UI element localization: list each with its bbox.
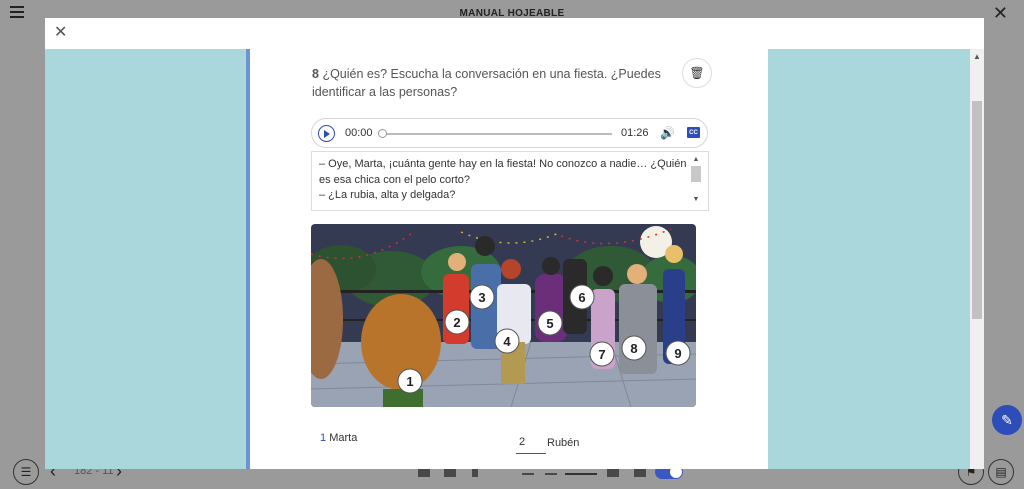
scroll-down-icon[interactable]: ▼ bbox=[690, 196, 702, 204]
answer-item-marta: 1 Marta bbox=[320, 432, 357, 444]
party-illustration: 1 2 3 4 5 6 7 8 9 bbox=[311, 224, 696, 407]
modal-close-icon[interactable]: ✕ bbox=[54, 25, 67, 41]
person-badge-9: 9 bbox=[665, 340, 691, 366]
person-number: 8 bbox=[630, 341, 637, 356]
close-app-icon[interactable]: ✕ bbox=[993, 4, 1008, 22]
exercise-number: 8 bbox=[312, 67, 319, 81]
person-number: 4 bbox=[503, 334, 511, 349]
person-number: 1 bbox=[406, 374, 413, 389]
transcript-scrollbar[interactable]: ▲ ▼ bbox=[690, 156, 702, 208]
modal-scroll-thumb[interactable] bbox=[972, 101, 982, 319]
audio-player: 00:00 01:26 🔊 CC bbox=[311, 118, 708, 148]
scroll-up-icon[interactable]: ▲ bbox=[690, 156, 702, 164]
modal-scrollbar[interactable]: ▲ bbox=[970, 49, 984, 469]
zoom-slider[interactable] bbox=[565, 473, 597, 475]
trash-icon[interactable]: 🗑 bbox=[682, 58, 712, 88]
person-number: 2 bbox=[453, 315, 460, 330]
transcript-line: – Oye, Marta, ¡cuánta gente hay en la fi… bbox=[319, 158, 687, 186]
person-badge-5: 5 bbox=[537, 310, 563, 336]
person-badge-3: 3 bbox=[469, 284, 495, 310]
audio-progress-knob[interactable] bbox=[378, 129, 387, 138]
exercise-question: 8 ¿Quién es? Escucha la conversación en … bbox=[312, 65, 692, 101]
contents-list-button[interactable]: ☰ bbox=[13, 459, 39, 485]
exercise-page: 8 ¿Quién es? Escucha la conversación en … bbox=[246, 49, 768, 469]
person-badge-6: 6 bbox=[569, 284, 595, 310]
scroll-up-icon[interactable]: ▲ bbox=[973, 52, 981, 61]
menu-icon[interactable] bbox=[10, 6, 24, 18]
transcript-scroll-thumb[interactable] bbox=[691, 166, 701, 182]
viewer-area: 8 ¿Quién es? Escucha la conversación en … bbox=[45, 49, 984, 469]
answer-input-ruben[interactable]: 2 bbox=[516, 432, 546, 454]
zoom-reset-icon[interactable] bbox=[545, 473, 557, 475]
exercise-prompt: ¿Quién es? Escucha la conversación en un… bbox=[312, 67, 661, 99]
person-number: 9 bbox=[674, 346, 681, 361]
person-number: 6 bbox=[578, 290, 585, 305]
audio-total-time: 01:26 bbox=[621, 127, 649, 139]
play-icon[interactable] bbox=[318, 125, 335, 142]
app-title: MANUAL HOJEABLE bbox=[459, 7, 565, 19]
answer-name: Rubén bbox=[547, 437, 580, 449]
person-badge-1: 1 bbox=[397, 368, 423, 394]
person-number: 5 bbox=[546, 316, 553, 331]
person-badge-8: 8 bbox=[621, 335, 647, 361]
answer-number: 1 bbox=[320, 432, 327, 444]
answer-name: Marta bbox=[329, 432, 358, 444]
captions-icon[interactable]: CC bbox=[687, 127, 700, 138]
person-badge-7: 7 bbox=[589, 341, 615, 367]
person-badge-4: 4 bbox=[494, 328, 520, 354]
edit-pen-button[interactable]: ✎ bbox=[992, 405, 1022, 435]
audio-current-time: 00:00 bbox=[345, 127, 373, 139]
volume-icon[interactable]: 🔊 bbox=[660, 126, 675, 140]
zoom-out-icon[interactable] bbox=[522, 473, 534, 475]
person-number: 7 bbox=[598, 347, 605, 362]
transcript-text: – Oye, Marta, ¡cuánta gente hay en la fi… bbox=[319, 157, 687, 204]
audio-progress-track[interactable] bbox=[380, 133, 612, 135]
person-badge-2: 2 bbox=[444, 309, 470, 335]
transcript-box[interactable]: – Oye, Marta, ¡cuánta gente hay en la fi… bbox=[311, 151, 709, 211]
transcript-line: – ¿La rubia, alta y delgada? bbox=[319, 189, 456, 201]
exercise-modal: ✕ 8 ¿Quién es? Escucha la conversación e… bbox=[45, 18, 984, 469]
notes-button[interactable]: ▤ bbox=[988, 459, 1014, 485]
person-number: 3 bbox=[478, 290, 485, 305]
